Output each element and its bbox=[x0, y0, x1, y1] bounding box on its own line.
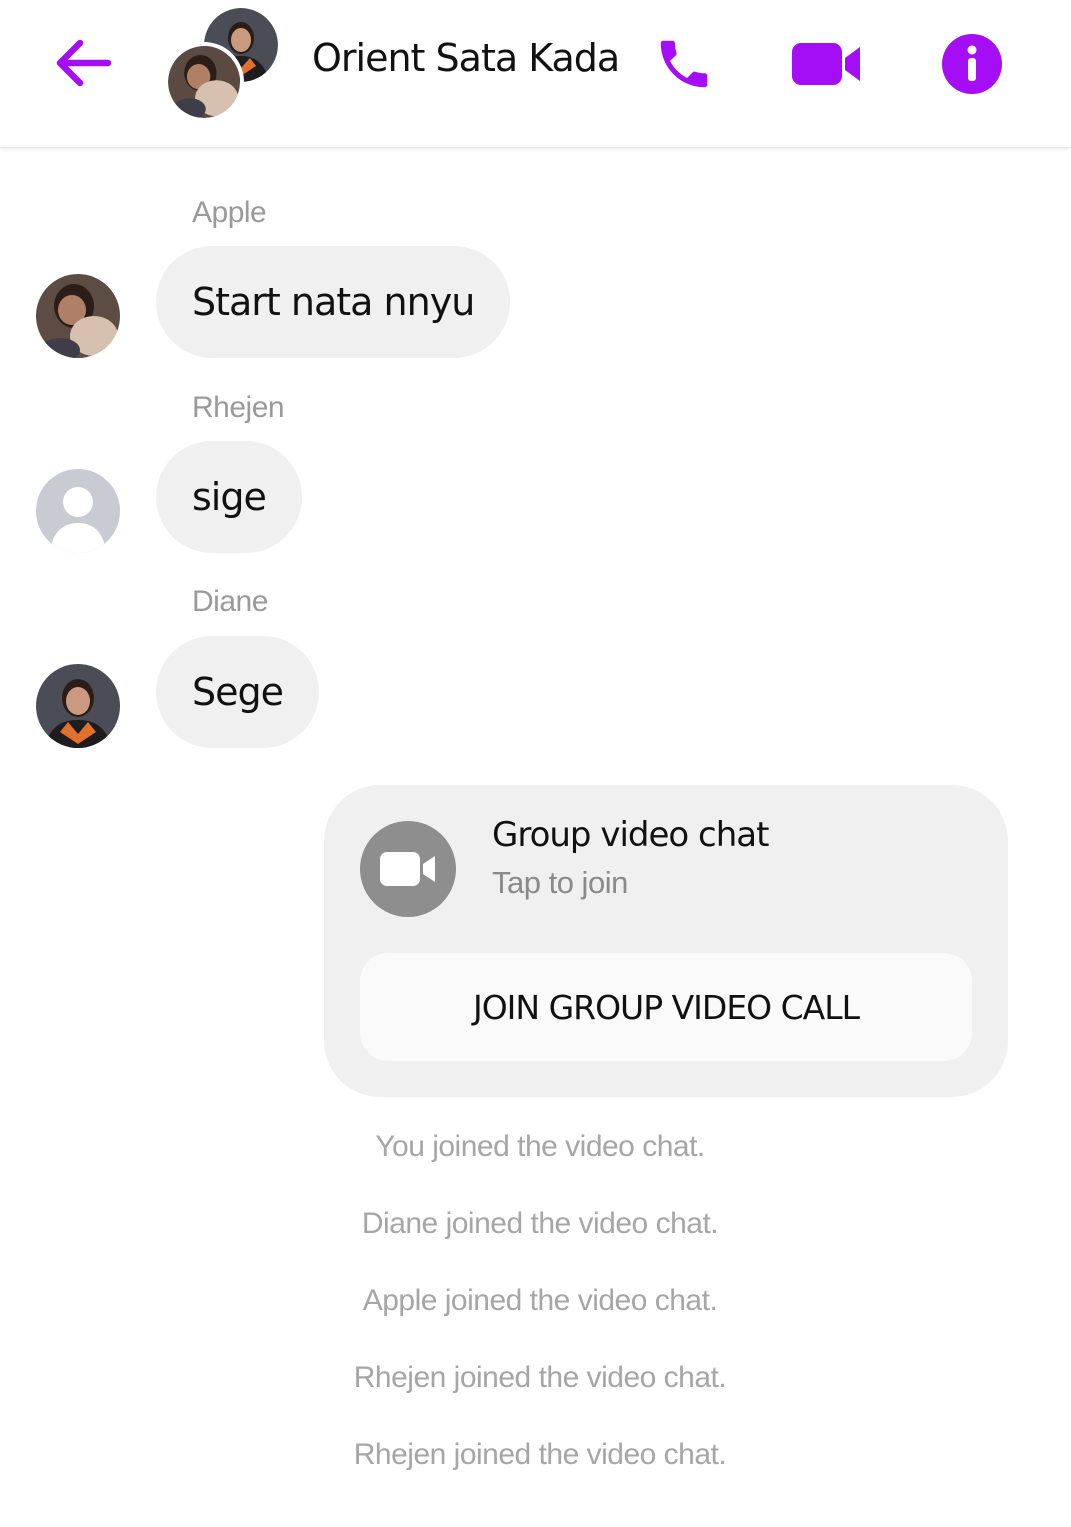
avatar-photo bbox=[36, 274, 120, 358]
audio-call-button[interactable] bbox=[648, 28, 720, 100]
sender-name: Diane bbox=[192, 585, 268, 618]
join-group-video-call-button[interactable]: JOIN GROUP VIDEO CALL bbox=[360, 953, 972, 1061]
message-bubble[interactable]: Start nata nnyu bbox=[156, 246, 511, 358]
info-button[interactable] bbox=[936, 28, 1008, 100]
back-button[interactable] bbox=[48, 30, 118, 96]
system-event: Apple joined the video chat. bbox=[362, 1284, 718, 1317]
video-camera-icon bbox=[380, 852, 435, 886]
sender-name: Apple bbox=[192, 196, 267, 229]
phone-icon bbox=[660, 40, 708, 88]
video-chat-title: Group video chat bbox=[492, 815, 769, 855]
avatar[interactable] bbox=[36, 469, 120, 553]
member-avatar-photo bbox=[164, 42, 244, 122]
video-camera-icon bbox=[792, 43, 860, 85]
sender-name: Rhejen bbox=[192, 391, 285, 424]
avatar[interactable] bbox=[36, 274, 120, 358]
message-bubble[interactable]: sige bbox=[156, 441, 302, 553]
default-person-icon bbox=[36, 469, 120, 553]
group-avatar[interactable] bbox=[160, 6, 280, 122]
system-event: You joined the video chat. bbox=[375, 1130, 705, 1163]
arrow-left-icon bbox=[56, 39, 112, 87]
message-bubble[interactable]: Sege bbox=[156, 636, 319, 748]
system-event: Diane joined the video chat. bbox=[361, 1207, 719, 1240]
system-event: Rhejen joined the video chat. bbox=[353, 1361, 727, 1394]
avatar[interactable] bbox=[36, 664, 120, 748]
video-call-button[interactable] bbox=[790, 28, 862, 100]
chat-header: Orient Sata Kada... bbox=[0, 0, 1071, 148]
group-video-chat-card[interactable]: Group video chat Tap to join JOIN GROUP … bbox=[324, 785, 1008, 1097]
info-icon bbox=[942, 34, 1002, 94]
chat-title[interactable]: Orient Sata Kada... bbox=[312, 30, 622, 90]
video-chat-icon-circle bbox=[360, 821, 456, 917]
video-chat-subtitle: Tap to join bbox=[492, 865, 628, 900]
system-event: Rhejen joined the video chat. bbox=[353, 1438, 727, 1471]
avatar-photo bbox=[36, 664, 120, 748]
